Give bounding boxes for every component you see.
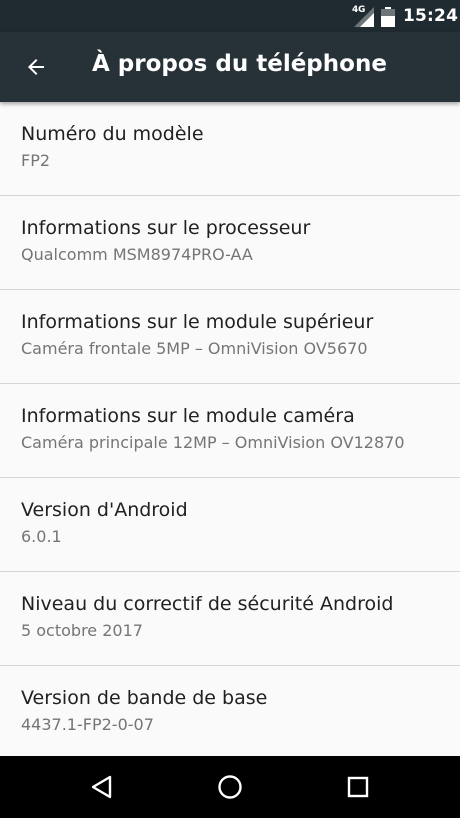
item-title: Version de bande de base [21,687,268,709]
list-item-security-patch-level[interactable]: Niveau du correctif de sécurité Android … [0,572,460,666]
list-item-top-module-info[interactable]: Informations sur le module supérieur Cam… [0,290,460,384]
item-summary: 5 octobre 2017 [21,621,143,640]
back-button[interactable] [12,43,60,91]
item-title: Informations sur le module caméra [21,405,355,427]
nav-recents-button[interactable] [336,765,380,809]
status-bar: 4G 15:24 [0,0,460,32]
item-title: Numéro du modèle [21,123,204,145]
page-title: À propos du téléphone [92,51,387,77]
item-summary: 4437.1-FP2-0-07 [21,715,154,734]
nav-home-button[interactable] [208,765,252,809]
network-type-label: 4G [352,5,366,15]
recents-square-icon [347,776,369,798]
item-summary: Caméra frontale 5MP – OmniVision OV5670 [21,339,368,358]
back-triangle-icon [91,775,112,799]
screen: 4G 15:24 À propos du téléphone Numéro du… [0,0,460,818]
list-item-android-version[interactable]: Version d'Android 6.0.1 [0,478,460,572]
item-title: Niveau du correctif de sécurité Android [21,593,394,615]
toolbar: À propos du téléphone [0,32,460,102]
status-clock: 15:24 [403,6,459,26]
arrow-back-icon [28,59,44,75]
list-item-baseband-version[interactable]: Version de bande de base 4437.1-FP2-0-07 [0,666,460,756]
item-summary: FP2 [21,151,51,170]
home-circle-icon [218,775,242,799]
item-title: Informations sur le module supérieur [21,311,374,333]
battery-icon [381,7,395,27]
item-summary: Qualcomm MSM8974PRO-AA [21,245,253,264]
item-summary: 6.0.1 [21,527,62,546]
list-item-model-number[interactable]: Numéro du modèle FP2 [0,102,460,196]
list-item-camera-module-info[interactable]: Informations sur le module caméra Caméra… [0,384,460,478]
item-summary: Caméra principale 12MP – OmniVision OV12… [21,433,405,452]
navigation-bar [0,756,460,818]
item-title: Version d'Android [21,499,188,521]
nav-back-button[interactable] [80,765,124,809]
list-item-processor-info[interactable]: Informations sur le processeur Qualcomm … [0,196,460,290]
about-phone-list: Numéro du modèle FP2 Informations sur le… [0,102,460,756]
item-title: Informations sur le processeur [21,217,311,239]
